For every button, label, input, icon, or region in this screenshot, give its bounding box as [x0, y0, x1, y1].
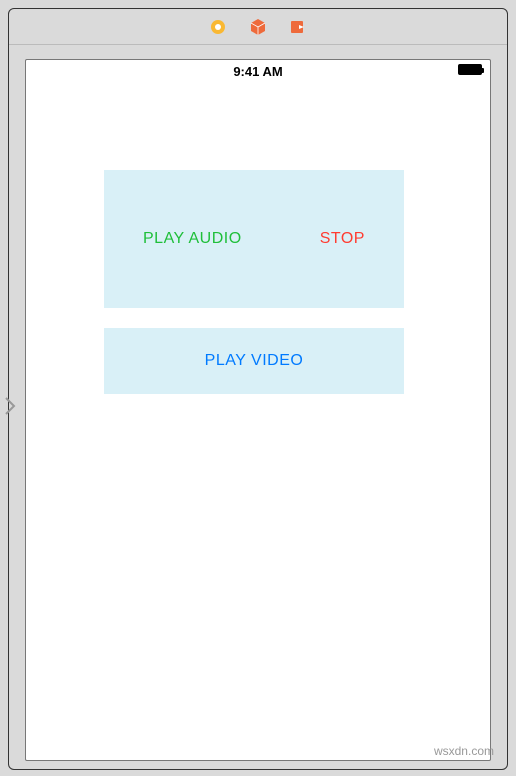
- cube-icon[interactable]: [249, 18, 267, 36]
- play-video-button[interactable]: PLAY VIDEO: [205, 352, 304, 370]
- status-time: 9:41 AM: [233, 64, 282, 79]
- record-icon[interactable]: [209, 18, 227, 36]
- device-canvas: 9:41 AM PLAY AUDIO STOP PLAY VIDEO: [25, 59, 491, 761]
- audio-panel: PLAY AUDIO STOP: [104, 170, 404, 308]
- screen-content: PLAY AUDIO STOP PLAY VIDEO: [26, 82, 490, 760]
- video-panel: PLAY VIDEO: [104, 328, 404, 394]
- status-bar: 9:41 AM: [26, 60, 490, 82]
- watermark: wsxdn.com: [434, 744, 494, 758]
- stop-button[interactable]: STOP: [320, 230, 365, 248]
- xcode-toolbar: [9, 9, 507, 45]
- play-audio-button[interactable]: PLAY AUDIO: [143, 230, 242, 248]
- export-icon[interactable]: [289, 18, 307, 36]
- battery-icon: [458, 64, 482, 75]
- interface-builder-frame: 9:41 AM PLAY AUDIO STOP PLAY VIDEO: [8, 8, 508, 770]
